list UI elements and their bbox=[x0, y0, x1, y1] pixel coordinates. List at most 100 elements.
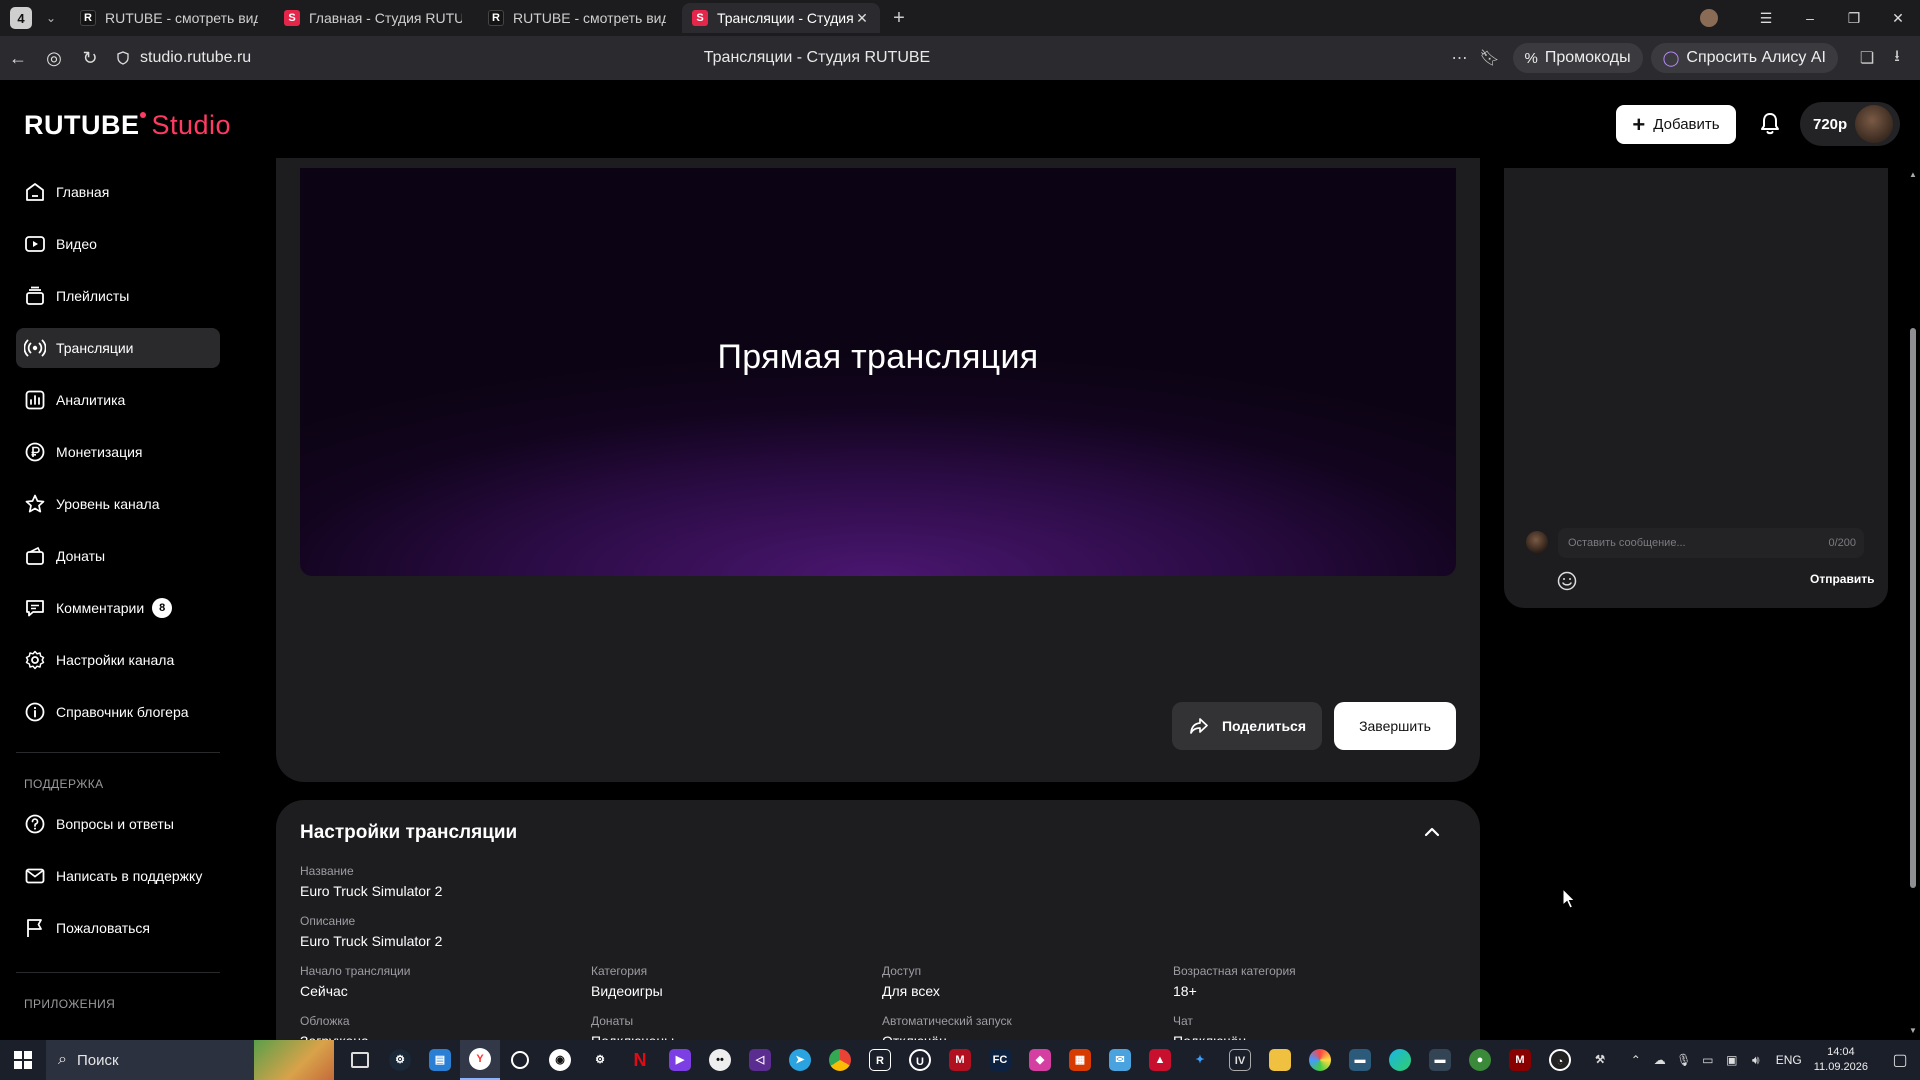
end-stream-button[interactable]: Завершить bbox=[1334, 702, 1456, 750]
tray-expand-icon[interactable]: ⌃ bbox=[1624, 1053, 1648, 1067]
steam-icon[interactable]: ⚙ bbox=[380, 1040, 420, 1080]
close-tab-icon[interactable]: ✕ bbox=[854, 10, 870, 27]
netflix-icon[interactable]: N bbox=[620, 1040, 660, 1080]
sidebar-item-monetization[interactable]: Монетизация bbox=[16, 432, 220, 472]
sidebar-item-blogger-guide[interactable]: Справочник блогера bbox=[16, 692, 220, 732]
task-view-icon[interactable] bbox=[340, 1040, 380, 1080]
chat-message-input[interactable]: Оставить сообщение... 0/200 bbox=[1558, 528, 1864, 558]
back-arrow-icon[interactable]: ← bbox=[0, 48, 36, 69]
sidebar-item-comments[interactable]: Комментарии 8 bbox=[16, 588, 220, 628]
browser-profile-icon[interactable] bbox=[1700, 9, 1718, 27]
mafia-icon[interactable]: M bbox=[1500, 1040, 1540, 1080]
scroll-down-icon[interactable]: ▼ bbox=[1908, 1026, 1918, 1035]
mail-app-icon[interactable]: ✉ bbox=[1100, 1040, 1140, 1080]
cloud-icon[interactable]: ☁ bbox=[1648, 1053, 1672, 1067]
office-app-icon[interactable]: ▦ bbox=[1060, 1040, 1100, 1080]
ask-alice-label: Спросить Алису AI bbox=[1686, 49, 1826, 66]
scroll-up-icon[interactable]: ▲ bbox=[1908, 170, 1918, 179]
tab-list-dropdown-icon[interactable]: ⌄ bbox=[38, 5, 64, 31]
add-button[interactable]: + Добавить bbox=[1616, 105, 1736, 144]
chat-app-icon[interactable]: •• bbox=[700, 1040, 740, 1080]
keyboard-language[interactable]: ENG bbox=[1776, 1053, 1802, 1067]
emoji-icon[interactable] bbox=[1556, 570, 1578, 592]
taskbar-apps: ⚙ ▤ Y ◉ ⚙ N ▶ •• ◁ ➤ R U M FC ◆ ▦ ✉ ▲ ✦ … bbox=[340, 1040, 1620, 1080]
rutube-studio-logo[interactable]: RUTUBE Studio bbox=[24, 110, 231, 141]
sidebar-item-analytics[interactable]: Аналитика bbox=[16, 380, 220, 420]
sidebar-item-channel-settings[interactable]: Настройки канала bbox=[16, 640, 220, 680]
restore-icon[interactable]: ❐ bbox=[1832, 10, 1876, 27]
sidebar-item-home[interactable]: Главная bbox=[16, 172, 220, 212]
sidebar-item-broadcasts[interactable]: Трансляции bbox=[16, 328, 220, 368]
share-button[interactable]: Поделиться bbox=[1172, 702, 1322, 750]
bookmark-icon[interactable]: 🔖︎ bbox=[1475, 48, 1505, 68]
sidebar: Главная Видео Плейлисты Трансляции Анали… bbox=[0, 168, 230, 1040]
browser-tab[interactable]: R RUTUBE - смотреть виде bbox=[478, 3, 676, 33]
shield-protect-icon[interactable]: ◎ bbox=[36, 48, 72, 69]
more-options-icon[interactable]: ⋯ bbox=[1445, 48, 1475, 68]
sidebar-item-faq[interactable]: Вопросы и ответы bbox=[16, 804, 220, 844]
colorful-app-icon[interactable] bbox=[1300, 1040, 1340, 1080]
gta-icon[interactable]: IV bbox=[1220, 1040, 1260, 1080]
game-launcher-icon[interactable]: ✦ bbox=[1180, 1040, 1220, 1080]
promo-codes-button[interactable]: % Промокоды bbox=[1512, 43, 1643, 73]
ask-alice-button[interactable]: ◯ Спросить Алису AI bbox=[1650, 43, 1838, 73]
new-tab-icon[interactable]: + bbox=[886, 5, 912, 31]
sidebar-item-channel-level[interactable]: Уровень канала bbox=[16, 484, 220, 524]
circle-app-icon[interactable] bbox=[500, 1040, 540, 1080]
sidebar-item-playlists[interactable]: Плейлисты bbox=[16, 276, 220, 316]
browser-tab-active[interactable]: S Трансляции - Студия R ✕ bbox=[682, 3, 880, 33]
settings-icon[interactable]: ⚙ bbox=[580, 1040, 620, 1080]
chevron-up-icon[interactable] bbox=[1420, 820, 1444, 844]
download-icon[interactable]: ⭳ bbox=[1882, 45, 1912, 72]
browser-tab-title: Главная - Студия RUTUBE bbox=[309, 10, 462, 26]
edge-icon[interactable] bbox=[1380, 1040, 1420, 1080]
taskbar-search[interactable]: ⌕ Поиск bbox=[46, 1040, 334, 1080]
utility-app-icon[interactable]: ⚒ bbox=[1580, 1040, 1620, 1080]
sidebar-item-report[interactable]: Пожаловаться bbox=[16, 908, 220, 948]
notifications-bell-icon[interactable] bbox=[1756, 110, 1784, 138]
sidebar-item-video[interactable]: Видео bbox=[16, 224, 220, 264]
network-icon[interactable]: ▭ bbox=[1696, 1053, 1720, 1067]
monitor-icon[interactable]: ▣ bbox=[1720, 1053, 1744, 1067]
chrome-icon[interactable] bbox=[820, 1040, 860, 1080]
tab-count-button[interactable]: 4 bbox=[10, 7, 32, 29]
folder-icon[interactable] bbox=[1260, 1040, 1300, 1080]
notification-center-icon[interactable]: ▢ bbox=[1880, 1050, 1920, 1070]
taskbar-clock[interactable]: 14:04 11.09.2026 bbox=[1814, 1045, 1868, 1075]
map-app-icon[interactable]: ● bbox=[1460, 1040, 1500, 1080]
browser-tab[interactable]: S Главная - Студия RUTUBE bbox=[274, 3, 472, 33]
close-window-icon[interactable]: ✕ bbox=[1876, 10, 1920, 27]
media-app-icon[interactable]: ◆ bbox=[1020, 1040, 1060, 1080]
browser-tab[interactable]: R RUTUBE - смотреть виде bbox=[70, 3, 268, 33]
volume-icon[interactable]: 🔊︎ bbox=[1744, 1053, 1768, 1068]
minimize-icon[interactable]: – bbox=[1788, 10, 1832, 26]
windows-start-icon[interactable] bbox=[0, 1040, 46, 1080]
telegram-icon[interactable]: ➤ bbox=[780, 1040, 820, 1080]
microphone-icon[interactable]: 🎙︎ bbox=[1672, 1053, 1696, 1067]
record-app-icon[interactable]: ◉ bbox=[540, 1040, 580, 1080]
truck-game-icon[interactable]: ▬ bbox=[1340, 1040, 1380, 1080]
truck-game-2-icon[interactable]: ▬ bbox=[1420, 1040, 1460, 1080]
user-menu[interactable]: 720p bbox=[1800, 102, 1900, 146]
analytics-icon bbox=[25, 390, 45, 410]
obs-icon[interactable]: ◔ bbox=[1540, 1040, 1580, 1080]
yandex-browser-icon[interactable]: Y bbox=[460, 1040, 500, 1080]
game-app-icon[interactable]: M bbox=[940, 1040, 980, 1080]
visual-studio-icon[interactable]: ◁ bbox=[740, 1040, 780, 1080]
explorer-icon[interactable]: ▤ bbox=[420, 1040, 460, 1080]
sidebar-item-donations[interactable]: Донаты bbox=[16, 536, 220, 576]
unreal-icon[interactable]: U bbox=[900, 1040, 940, 1080]
video-editor-icon[interactable]: ▶ bbox=[660, 1040, 700, 1080]
browser-menu-icon[interactable]: ☰ bbox=[1744, 10, 1788, 27]
scrollbar-thumb[interactable] bbox=[1910, 328, 1916, 888]
red-app-icon[interactable]: ▲ bbox=[1140, 1040, 1180, 1080]
sidebar-item-contact-support[interactable]: Написать в поддержку bbox=[16, 856, 220, 896]
collections-icon[interactable]: ❏ bbox=[1852, 48, 1882, 68]
url-field[interactable]: studio.rutube.ru bbox=[116, 49, 251, 67]
live-stream-preview[interactable]: Прямая трансляция bbox=[300, 168, 1456, 576]
page-scrollbar[interactable]: ▲ ▼ bbox=[1906, 168, 1920, 1040]
send-message-button[interactable]: Отправить bbox=[1810, 572, 1874, 586]
fc-app-icon[interactable]: FC bbox=[980, 1040, 1020, 1080]
rockstar-icon[interactable]: R bbox=[860, 1040, 900, 1080]
reload-icon[interactable]: ↻ bbox=[72, 48, 108, 69]
